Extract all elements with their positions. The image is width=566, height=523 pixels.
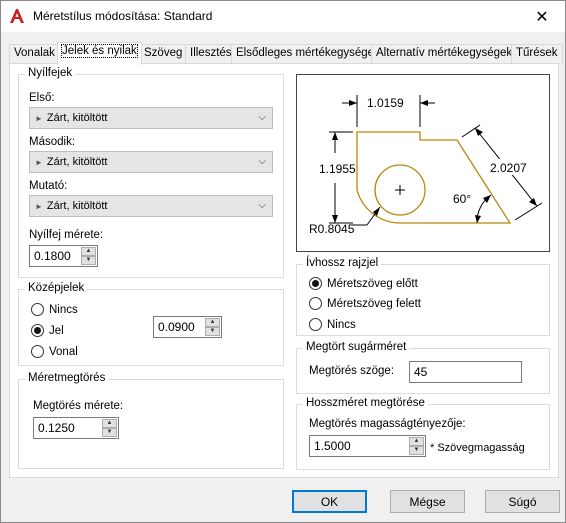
tab-symbols-arrows[interactable]: Jelek és nyilak [57,42,142,65]
tab-text[interactable]: Szöveg [139,44,188,64]
arrow-size-label: Nyílfej mérete: [29,229,104,241]
tab-lines[interactable]: Vonalak [9,44,60,64]
preview-dim-top: 1.0159 [367,96,404,110]
cancel-button[interactable]: Mégse [390,490,465,513]
filled-arrow-icon: ► [35,157,43,167]
arrow-size-spinner[interactable]: 0.1800 ▲ ▼ [29,245,98,267]
title-bar: Méretstílus módosítása: Standard ✕ [1,1,565,32]
first-arrow-select[interactable]: ► Zárt, kitöltött ⌵ [29,107,273,129]
linear-jog-title: Hosszméret megtörése [303,397,428,409]
tab-panel: Nyílfejek Első: ► Zárt, kitöltött ⌵ Máso… [9,63,559,478]
spin-down-button[interactable]: ▼ [81,256,96,265]
filled-arrow-icon: ► [35,201,43,211]
dim-break-title: Méretmegtörés [25,372,109,384]
help-button[interactable]: Súgó [485,490,560,513]
linear-jog-group: Hosszméret megtörése Megtörés magasságté… [296,397,550,470]
center-mark-mark-radio[interactable]: Jel [31,324,64,337]
arrowheads-group: Nyílfejek Első: ► Zárt, kitöltött ⌵ Máso… [18,67,284,278]
spin-up-button[interactable]: ▲ [81,247,96,256]
dialog-window: Méretstílus módosítása: Standard ✕ Vonal… [0,0,566,523]
center-marks-group: Középjelek Nincs Jel Vonal 0.0900 ▲ ▼ [18,282,284,366]
preview-dim-left: 1.1955 [319,162,356,176]
preview-image: 1.0159 1.1955 2.0207 60° R0.8045 [296,74,550,252]
spin-up-button[interactable]: ▲ [409,437,424,446]
preview-angle: 60° [453,192,471,206]
center-mark-line-radio[interactable]: Vonal [31,345,78,358]
tab-alternate-units[interactable]: Alternatív mértékegységek [371,44,518,64]
radius-jog-group: Megtört sugárméret Megtörés szöge: 45 [296,341,550,394]
tab-fit[interactable]: Illesztés [185,44,237,64]
dimension-preview-drawing: 1.0159 1.1955 2.0207 60° R0.8045 [309,95,543,236]
tab-tolerances[interactable]: Tűrések [511,44,563,64]
second-arrow-select[interactable]: ► Zárt, kitöltött ⌵ [29,151,273,173]
chevron-down-icon: ⌵ [258,200,266,211]
arc-symbol-above-radio[interactable]: Méretszöveg felett [309,297,421,310]
leader-arrow-select[interactable]: ► Zárt, kitöltött ⌵ [29,195,273,217]
arc-symbol-none-radio[interactable]: Nincs [309,318,356,331]
jog-height-factor-label: Megtörés magasságtényezője: [309,418,466,430]
second-arrow-label: Második: [29,136,76,148]
arrowheads-title: Nyílfejek [25,67,76,79]
spin-down-button[interactable]: ▼ [205,327,220,336]
spin-up-button[interactable]: ▲ [102,419,117,428]
first-arrow-label: Első: [29,92,55,104]
spin-up-button[interactable]: ▲ [205,318,220,327]
preview-dim-right: 2.0207 [490,161,527,175]
spin-down-button[interactable]: ▼ [409,446,424,455]
window-title: Méretstílus módosítása: Standard [33,9,213,23]
tab-strip: Vonalak Jelek és nyilak Szöveg Illesztés… [9,42,563,65]
autocad-logo-icon [10,9,24,23]
chevron-down-icon: ⌵ [258,112,266,123]
ok-button[interactable]: OK [292,490,367,513]
center-marks-title: Középjelek [25,282,88,294]
spin-down-button[interactable]: ▼ [102,428,117,437]
break-size-label: Megtörés mérete: [33,400,124,412]
center-mark-none-radio[interactable]: Nincs [31,303,78,316]
jog-height-factor-spinner[interactable]: 1.5000 ▲ ▼ [309,435,426,457]
arc-length-title: Ívhossz rajzjel [303,257,382,269]
filled-arrow-icon: ► [35,113,43,123]
chevron-down-icon: ⌵ [258,156,266,167]
close-button[interactable]: ✕ [519,1,565,32]
tab-primary-units[interactable]: Elsődleges mértékegységek [231,44,385,64]
arc-symbol-before-radio[interactable]: Méretszöveg előtt [309,277,418,290]
dim-break-group: Méretmegtörés Megtörés mérete: 0.1250 ▲ … [18,372,284,469]
jog-angle-label: Megtörés szöge: [309,365,395,377]
preview-radius: R0.8045 [309,222,355,236]
center-mark-size-spinner[interactable]: 0.0900 ▲ ▼ [153,316,222,338]
radius-jog-title: Megtört sugárméret [303,341,410,353]
leader-arrow-label: Mutató: [29,180,68,192]
arc-length-group: Ívhossz rajzjel Méretszöveg előtt Mérets… [296,257,550,336]
jog-angle-input[interactable]: 45 [409,361,522,383]
break-size-spinner[interactable]: 0.1250 ▲ ▼ [33,417,119,439]
text-height-suffix: * Szövegmagasság [430,442,525,454]
